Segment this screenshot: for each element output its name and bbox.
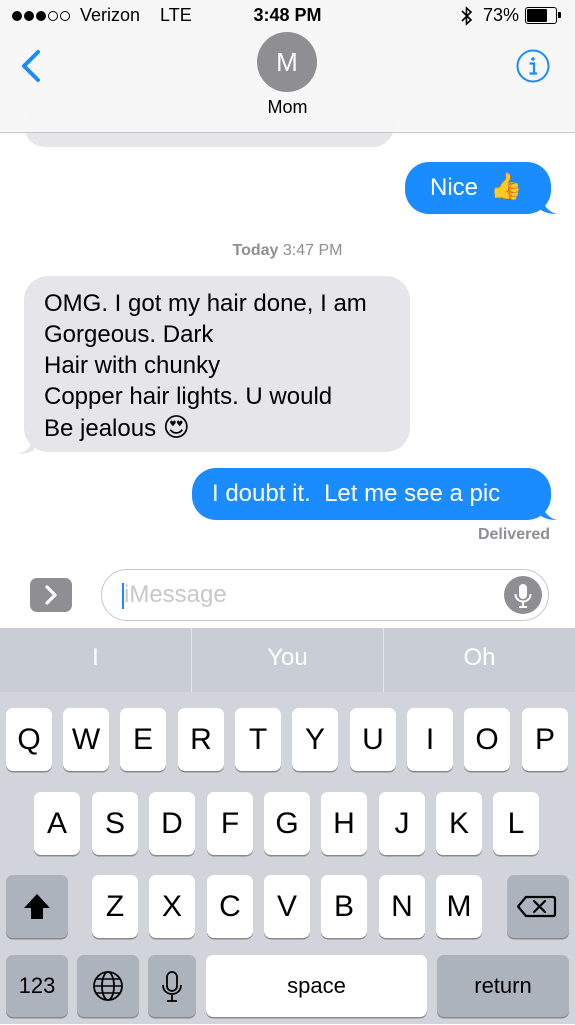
message-line: Gorgeous. Dark	[44, 321, 214, 348]
message-text: I doubt it. Let me see a pic	[212, 480, 501, 507]
key-j[interactable]: J	[379, 792, 425, 855]
app-drawer-button[interactable]	[30, 578, 72, 612]
back-chevron-icon[interactable]	[14, 46, 54, 86]
message-bubble-outgoing[interactable]: Nice 👍	[405, 162, 551, 214]
timestamp-day: Today	[232, 242, 279, 259]
key-f[interactable]: F	[207, 792, 253, 855]
key-x[interactable]: X	[149, 875, 195, 938]
backspace-icon	[516, 895, 557, 918]
shift-arrow-icon	[24, 894, 50, 919]
status-right: 73%	[461, 5, 561, 26]
contact-name[interactable]: Mom	[0, 97, 575, 118]
bubble-tail	[541, 196, 557, 214]
thumbs-up-emoji: 👍	[490, 171, 523, 201]
numbers-key[interactable]: 123	[6, 955, 68, 1017]
battery-level	[527, 9, 548, 22]
key-s[interactable]: S	[92, 792, 138, 855]
status-bar: Verizon LTE 3:48 PM 73%	[0, 0, 575, 32]
message-line: OMG. I got my hair done, I am	[44, 290, 367, 317]
bluetooth-icon	[461, 5, 473, 26]
keyboard: I You Oh Q W E R T Y U I O P A S D F G H…	[0, 628, 575, 1024]
key-h[interactable]: H	[321, 792, 367, 855]
dictation-key[interactable]	[148, 955, 196, 1017]
key-p[interactable]: P	[522, 708, 568, 771]
contact-avatar[interactable]: M	[257, 32, 317, 92]
key-c[interactable]: C	[207, 875, 253, 938]
shift-key[interactable]	[6, 875, 68, 938]
microphone-icon	[514, 584, 532, 608]
battery-percent: 73%	[482, 5, 519, 25]
key-g[interactable]: G	[264, 792, 310, 855]
message-input[interactable]: iMessage	[101, 569, 549, 621]
delete-key[interactable]	[507, 875, 569, 938]
key-m[interactable]: M	[436, 875, 482, 938]
globe-key[interactable]	[77, 955, 139, 1017]
key-w[interactable]: W	[63, 708, 109, 771]
key-t[interactable]: T	[235, 708, 281, 771]
key-i[interactable]: I	[407, 708, 453, 771]
key-u[interactable]: U	[350, 708, 396, 771]
key-z[interactable]: Z	[92, 875, 138, 938]
key-k[interactable]: K	[436, 792, 482, 855]
globe-icon	[93, 971, 123, 1001]
message-line-text: Be jealous	[44, 415, 157, 442]
heart-eyes-emoji: 😍	[162, 412, 190, 442]
dictation-button[interactable]	[504, 576, 542, 614]
message-bubble-outgoing[interactable]: I doubt it. Let me see a pic	[192, 468, 551, 520]
key-o[interactable]: O	[464, 708, 510, 771]
timestamp-time: 3:47 PM	[282, 242, 343, 259]
key-b[interactable]: B	[321, 875, 367, 938]
info-icon[interactable]	[516, 49, 550, 83]
message-bubble-incoming[interactable]: OMG. I got my hair done, I am Gorgeous. …	[24, 276, 410, 452]
conversation-timestamp: Today 3:47 PM	[0, 242, 575, 260]
chevron-right-icon	[45, 585, 57, 605]
bubble-tail	[541, 502, 557, 520]
key-q[interactable]: Q	[6, 708, 52, 771]
key-e[interactable]: E	[120, 708, 166, 771]
key-n[interactable]: N	[379, 875, 425, 938]
key-d[interactable]: D	[149, 792, 195, 855]
message-text: Nice	[430, 174, 479, 201]
suggestion-item[interactable]: I	[0, 628, 192, 692]
space-key[interactable]: space	[206, 955, 427, 1017]
suggestion-item[interactable]: Oh	[384, 628, 575, 692]
key-a[interactable]: A	[34, 792, 80, 855]
key-v[interactable]: V	[264, 875, 310, 938]
message-line: Hair with chunky	[44, 352, 221, 379]
message-line: Copper hair lights. U would	[44, 383, 333, 410]
key-y[interactable]: Y	[292, 708, 338, 771]
message-line: Be jealous 😍	[44, 412, 404, 444]
message-text: OMG. I got my hair done, I am Gorgeous. …	[44, 288, 404, 444]
battery-icon	[525, 7, 561, 24]
suggestion-item[interactable]: You	[192, 628, 384, 692]
message-input-placeholder: iMessage	[124, 581, 227, 608]
key-r[interactable]: R	[178, 708, 224, 771]
microphone-icon	[162, 971, 182, 1002]
predictive-bar: I You Oh	[0, 628, 575, 692]
bubble-tail	[18, 436, 34, 454]
conversation-header: Verizon LTE 3:48 PM 73% M Mom	[0, 0, 575, 133]
return-key[interactable]: return	[437, 955, 569, 1017]
delivery-status: Delivered	[477, 526, 550, 543]
key-l[interactable]: L	[493, 792, 539, 855]
